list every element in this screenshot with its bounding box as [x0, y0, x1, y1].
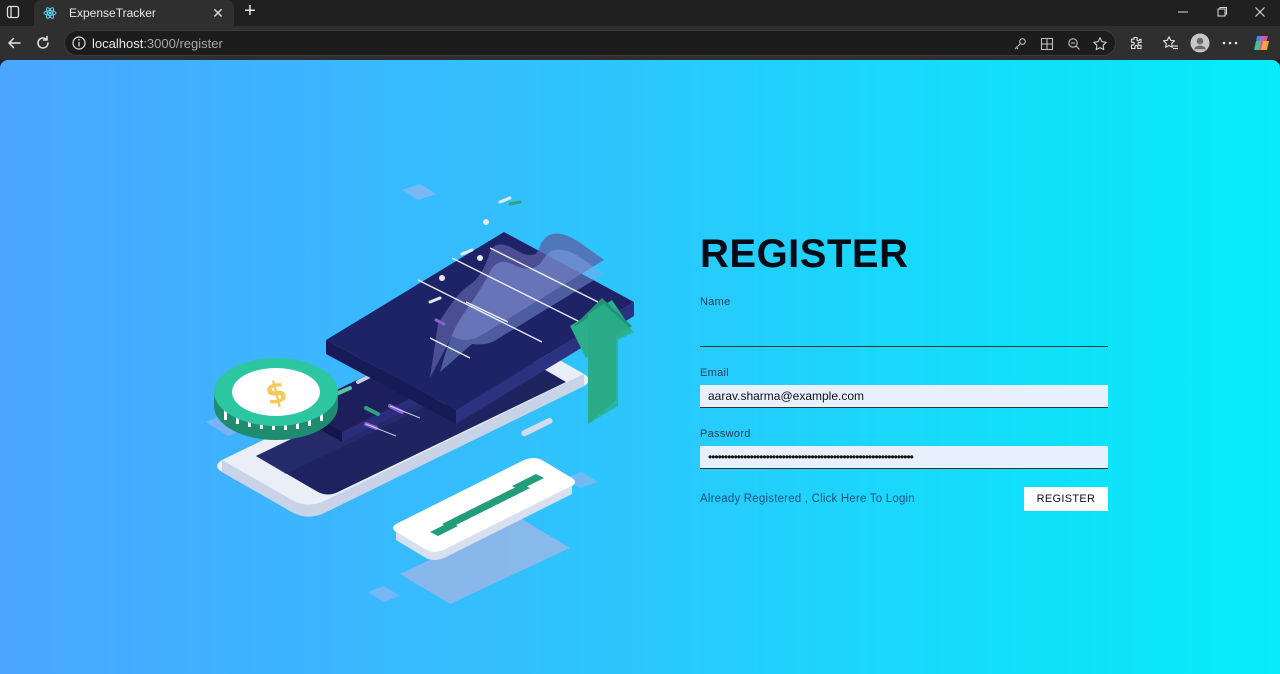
key-icon[interactable] [1011, 35, 1029, 53]
minimize-button[interactable] [1163, 0, 1203, 24]
reload-icon[interactable] [31, 31, 55, 55]
browser-toolbar: localhost:3000/register [0, 26, 1280, 60]
email-input[interactable] [700, 385, 1108, 408]
register-form: REGISTER Name Email Password Already Reg… [700, 232, 1108, 511]
close-icon[interactable]: ✕ [210, 5, 226, 22]
restore-button[interactable] [1202, 0, 1242, 24]
react-favicon-icon [42, 5, 58, 21]
apps-icon[interactable] [1038, 35, 1056, 53]
register-button[interactable]: REGISTER [1024, 487, 1108, 511]
url-path: :3000/register [143, 36, 223, 51]
page-viewport: $ REGISTER Name Email Password Already R… [0, 60, 1280, 674]
form-actions: Already Registered , Click Here To Login… [700, 487, 1108, 511]
page-title: REGISTER [700, 232, 909, 276]
back-icon[interactable] [2, 31, 26, 55]
copilot-icon[interactable] [1250, 31, 1274, 55]
name-input[interactable] [700, 324, 1108, 347]
url-host: localhost [92, 36, 144, 51]
star-icon[interactable] [1091, 35, 1109, 53]
close-window-button[interactable] [1240, 0, 1280, 24]
email-label: Email [700, 367, 730, 379]
login-link[interactable]: Already Registered , Click Here To Login [700, 493, 915, 505]
favorites-icon[interactable] [1158, 31, 1182, 55]
tab-expensetracker[interactable]: ExpenseTracker ✕ [34, 0, 234, 26]
password-input[interactable] [700, 446, 1108, 469]
tab-bar: ExpenseTracker ✕ + [0, 0, 1280, 26]
address-bar[interactable]: localhost:3000/register [64, 30, 1116, 56]
name-label: Name [700, 296, 731, 308]
zoom-out-icon[interactable] [1065, 35, 1083, 53]
finance-illustration: $ [206, 184, 634, 604]
info-icon[interactable] [71, 35, 87, 51]
extensions-icon[interactable] [1124, 31, 1148, 55]
plus-icon[interactable]: + [238, 1, 262, 23]
password-label: Password [700, 428, 751, 440]
profile-icon[interactable] [1188, 31, 1212, 55]
more-icon[interactable] [1218, 31, 1242, 55]
url-text: localhost:3000/register [92, 36, 223, 51]
tab-title: ExpenseTracker [69, 6, 156, 20]
sidebar-toggle-icon[interactable] [0, 0, 26, 24]
